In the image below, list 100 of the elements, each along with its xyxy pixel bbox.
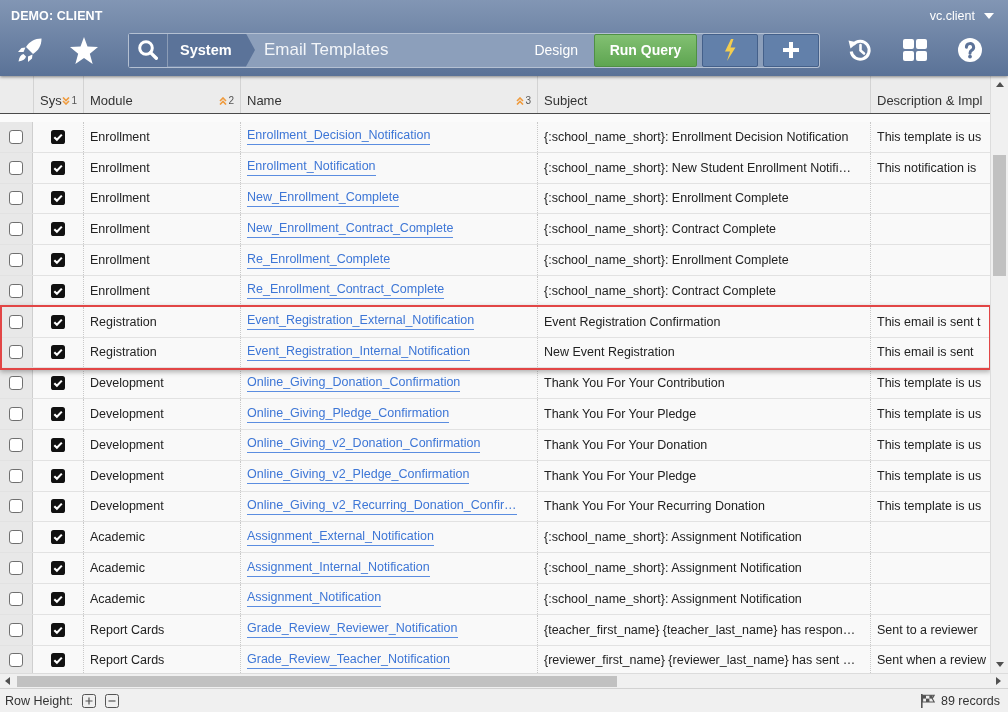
scrollbar-thumb[interactable] (993, 155, 1006, 276)
system-checkbox[interactable] (51, 530, 65, 545)
template-link[interactable]: New_Enrollment_Complete (247, 190, 400, 207)
plus-square-icon[interactable] (82, 693, 97, 708)
template-link[interactable]: Re_Enrollment_Complete (247, 251, 391, 269)
subject-text: {:school_name_short}: Enrollment Complete (537, 245, 870, 275)
clock-arrow-icon[interactable] (848, 38, 872, 62)
subject-text: Thank You For Your Pledge (537, 460, 870, 491)
row-checkbox[interactable] (9, 530, 23, 545)
system-checkbox[interactable] (51, 129, 65, 144)
module-text: Development (83, 368, 240, 399)
column-header[interactable]: Name 3 (240, 76, 537, 113)
template-link[interactable]: Online_Giving_v2_Donation_Confirmation (247, 436, 481, 454)
row-checkbox[interactable] (9, 561, 23, 576)
template-link[interactable]: Grade_Review_Teacher_Notification (247, 651, 450, 669)
template-link[interactable]: Online_Giving_Donation_Confirmation (247, 374, 461, 392)
lightning-icon (724, 39, 736, 61)
star-icon[interactable] (70, 36, 98, 64)
module-text: Enrollment (83, 183, 240, 214)
sort-index: 2 (228, 95, 234, 106)
module-text: Development (83, 399, 240, 429)
template-link[interactable]: Online_Giving_v2_Pledge_Confirmation (247, 467, 470, 485)
system-checkbox[interactable] (51, 407, 65, 422)
sort-index: 3 (525, 95, 531, 106)
row-checkbox[interactable] (9, 283, 23, 298)
template-link[interactable]: Assignment_External_Notification (247, 528, 434, 546)
template-link[interactable]: Online_Giving_Pledge_Confirmation (247, 405, 450, 423)
row-checkbox[interactable] (9, 591, 23, 606)
template-link[interactable]: Event_Registration_External_Notification (247, 313, 475, 331)
column-header[interactable]: Sys 1 (33, 76, 83, 113)
template-link[interactable]: Re_Enrollment_Contract_Complete (247, 282, 445, 300)
subject-text: Thank You For Your Recurring Donation (537, 491, 870, 522)
row-checkbox[interactable] (9, 499, 23, 514)
system-checkbox[interactable] (51, 191, 65, 206)
subject-text: Thank You For Your Contribution (537, 368, 870, 399)
module-text: Academic (83, 583, 240, 614)
subject-text: Event Registration Confirmation (537, 306, 870, 337)
subject-text: Thank You For Your Pledge (537, 399, 870, 429)
template-link[interactable]: Online_Giving_v2_Recurring_Donation_Confir… (247, 497, 517, 515)
row-checkbox[interactable] (9, 622, 23, 637)
subject-text: {teacher_first_name} {teacher_last_name} has respon… (537, 614, 870, 645)
system-checkbox[interactable] (51, 160, 65, 175)
system-checkbox[interactable] (51, 653, 65, 668)
template-link[interactable]: New_Enrollment_Contract_Complete (247, 220, 454, 238)
template-link[interactable]: Enrollment_Notification (247, 159, 376, 177)
arrow-up-icon[interactable] (995, 82, 1004, 87)
template-link[interactable]: Enrollment_Decision_Notification (247, 128, 431, 146)
search-button[interactable] (129, 33, 168, 67)
breadcrumb-segment[interactable]: System (168, 33, 255, 67)
column-header[interactable]: Subject (537, 76, 870, 113)
module-text: Academic (83, 553, 240, 583)
template-link[interactable]: Assignment_Notification (247, 590, 382, 608)
row-checkbox[interactable] (9, 407, 23, 422)
arrow-left-icon[interactable] (5, 677, 10, 685)
row-checkbox[interactable] (9, 376, 23, 391)
template-link[interactable]: Grade_Review_Reviewer_Notification (247, 621, 458, 639)
scrollbar-thumb[interactable] (17, 675, 617, 687)
row-checkbox[interactable] (9, 468, 23, 483)
arrow-down-icon[interactable] (995, 662, 1004, 667)
system-checkbox[interactable] (51, 376, 65, 391)
system-checkbox[interactable] (51, 622, 65, 637)
column-header[interactable]: Module 2 (83, 76, 240, 113)
rocket-icon[interactable] (18, 38, 42, 62)
module-text: Enrollment (83, 122, 240, 152)
system-checkbox[interactable] (51, 283, 65, 298)
system-checkbox[interactable] (51, 437, 65, 452)
system-checkbox[interactable] (51, 591, 65, 606)
add-button[interactable] (763, 33, 819, 67)
system-checkbox[interactable] (51, 314, 65, 329)
row-checkbox[interactable] (9, 345, 23, 360)
row-checkbox[interactable] (9, 314, 23, 329)
grid-icon[interactable] (903, 39, 927, 61)
system-checkbox[interactable] (51, 253, 65, 268)
system-checkbox[interactable] (51, 561, 65, 576)
minus-square-icon[interactable] (105, 693, 120, 708)
run-query-button[interactable]: Run Query (594, 33, 697, 67)
design-link[interactable]: Design (534, 33, 578, 67)
row-checkbox[interactable] (9, 437, 23, 452)
question-mark-icon[interactable] (958, 38, 982, 62)
module-text: Registration (83, 306, 240, 337)
row-checkbox[interactable] (9, 160, 23, 175)
row-checkbox[interactable] (9, 653, 23, 668)
vertical-scrollbar[interactable] (990, 76, 1008, 673)
row-checkbox[interactable] (9, 222, 23, 237)
row-checkbox[interactable] (9, 191, 23, 206)
row-checkbox[interactable] (9, 129, 23, 144)
template-link[interactable]: Event_Registration_Internal_Notification (247, 343, 471, 361)
system-checkbox[interactable] (51, 468, 65, 483)
system-checkbox[interactable] (51, 222, 65, 237)
user-menu[interactable]: vc.client (929, 9, 994, 23)
system-checkbox[interactable] (51, 345, 65, 360)
template-link[interactable]: Assignment_Internal_Notification (247, 559, 430, 577)
subject-text: {:school_name_short}: Contract Complete (537, 214, 870, 245)
system-checkbox[interactable] (51, 499, 65, 514)
row-checkbox[interactable] (9, 253, 23, 268)
lightning-button[interactable] (702, 33, 758, 67)
search-icon (138, 40, 158, 60)
arrow-right-icon[interactable] (996, 677, 1001, 685)
subject-text: {:school_name_short}: Contract Complete (537, 276, 870, 306)
horizontal-scrollbar[interactable] (0, 673, 1008, 688)
